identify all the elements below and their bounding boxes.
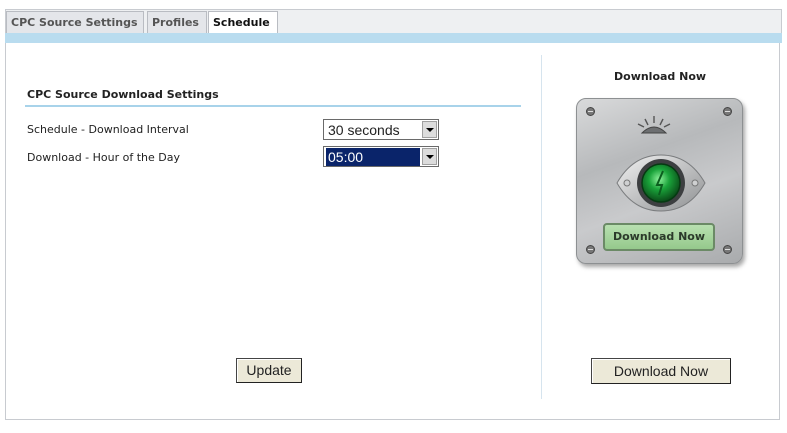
tab-bar: CPC Source Settings Profiles Schedule [5,9,782,35]
screw-icon [586,245,595,254]
download-device[interactable]: Download Now [576,98,743,264]
screw-icon [723,245,732,254]
power-button-icon[interactable] [613,147,709,219]
section-divider [25,105,521,107]
tab-profiles[interactable]: Profiles [147,11,207,33]
column-divider [541,55,542,399]
hour-select[interactable]: 05:00 [323,146,439,167]
update-button[interactable]: Update [236,358,302,383]
download-now-title: Download Now [614,70,707,83]
tab-schedule[interactable]: Schedule [208,11,278,35]
download-now-button[interactable]: Download Now [591,358,731,384]
screw-icon [723,107,732,116]
status-lamp-icon [637,116,671,134]
tab-accent-strip [5,33,782,43]
section-title: CPC Source Download Settings [27,88,219,101]
hour-select-value: 05:00 [326,148,420,166]
interval-select-value: 30 seconds [328,122,400,138]
tab-cpc-source-settings[interactable]: CPC Source Settings [6,11,144,33]
hour-label: Download - Hour of the Day [27,151,181,164]
chevron-down-icon[interactable] [422,121,437,138]
device-download-label[interactable]: Download Now [603,223,715,251]
screw-icon [586,107,595,116]
interval-select[interactable]: 30 seconds [323,119,439,140]
chevron-down-icon[interactable] [422,148,437,165]
interval-label: Schedule - Download Interval [27,123,189,136]
